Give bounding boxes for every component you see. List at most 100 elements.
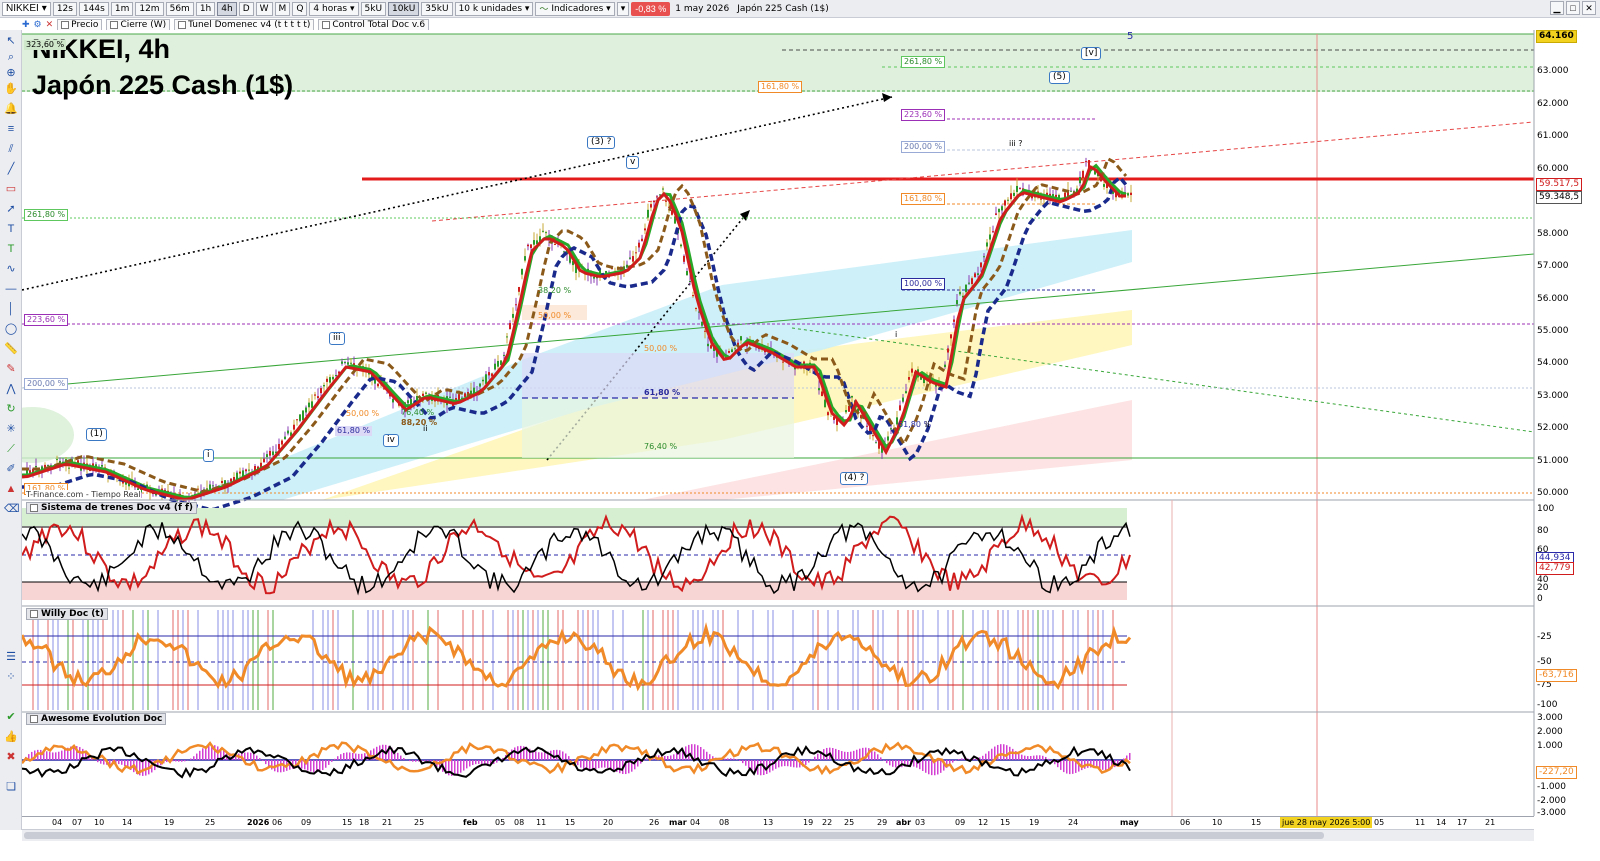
timeframe-144s[interactable]: 144s (78, 1, 109, 16)
candle-body (818, 388, 820, 391)
panel-title-willy[interactable]: Willy Doc (t) (26, 608, 108, 620)
loop-icon[interactable]: ↻ (4, 402, 18, 416)
wave-label[interactable]: (4) ? (840, 472, 869, 485)
unit-10ku[interactable]: 10kU (388, 1, 420, 16)
layers-icon[interactable]: ❏ (4, 780, 18, 794)
alert-icon[interactable]: 🔔 (4, 102, 18, 116)
willy-bg-bar (897, 610, 899, 710)
gann-icon[interactable]: ✳ (4, 422, 18, 436)
wave-label[interactable]: iv (383, 434, 399, 447)
timeframe-56m[interactable]: 56m (165, 1, 194, 16)
checkbox-icon[interactable] (178, 20, 187, 29)
panel-title-awesome[interactable]: Awesome Evolution Doc (26, 713, 167, 725)
wave-label[interactable]: (3) ? (587, 136, 616, 149)
checkbox-icon[interactable] (110, 20, 119, 29)
indicator-chip-control[interactable]: Control Total Doc v.6 (318, 18, 430, 31)
timeframe-q[interactable]: Q (292, 1, 308, 16)
indicator-chip-tunel[interactable]: Tunel Domenec v4 (t t t t t) (174, 18, 315, 31)
pen-icon[interactable]: ✐ (4, 462, 18, 476)
text-icon[interactable]: T (4, 222, 18, 236)
timeframe-12m[interactable]: 12m (135, 1, 164, 16)
period-selector[interactable]: 4 horas ▾ (309, 1, 359, 16)
timeframe-12s[interactable]: 12s (52, 1, 77, 16)
ellipse-icon[interactable]: ◯ (4, 322, 18, 336)
indicator-chip-precio[interactable]: Precio (57, 18, 103, 31)
trenes-axis: 0 (1537, 594, 1543, 604)
settings-icon[interactable]: ⚙ (34, 19, 42, 30)
text-color-icon[interactable]: T (4, 242, 18, 256)
wave-label[interactable]: i (203, 449, 214, 462)
hline-icon[interactable]: — (4, 282, 18, 296)
vline-icon[interactable]: │ (4, 302, 18, 316)
check-icon[interactable]: ✔ (4, 710, 18, 724)
timeframe-m[interactable]: M (274, 1, 291, 16)
scroll-thumb[interactable] (24, 832, 1324, 839)
timeframe-4h[interactable]: 4h (217, 1, 237, 16)
delete-icon[interactable]: ✖ (4, 750, 18, 764)
timeframe-1h[interactable]: 1h (195, 1, 216, 16)
willy-bg-bar (332, 610, 334, 710)
maximize-icon[interactable]: □ (1566, 1, 1580, 15)
chart-scrollbar[interactable] (22, 829, 1534, 841)
cursor-icon[interactable]: ↖ (4, 34, 18, 48)
fib-tool-icon[interactable]: ≡ (4, 122, 18, 136)
wave-label[interactable]: v (626, 156, 640, 169)
arrow-icon[interactable]: ➚ (4, 202, 18, 216)
zoom-icon[interactable]: ⌕ (4, 50, 18, 64)
awesome-bar (463, 760, 465, 771)
checkbox-icon[interactable] (30, 715, 38, 723)
timeframe-w[interactable]: W (255, 1, 273, 16)
chart-canvas[interactable] (22, 30, 1600, 816)
brush-icon[interactable]: ✎ (4, 362, 18, 376)
wave-icon[interactable]: ∿ (4, 262, 18, 276)
close-icon[interactable]: ✕ (46, 19, 54, 30)
awesome-bar (1027, 756, 1029, 760)
wave-label[interactable]: (1) (86, 428, 107, 441)
candle-body (662, 188, 664, 190)
candle-body (866, 425, 868, 427)
timeframe-d[interactable]: D (238, 1, 254, 16)
symbol-selector[interactable]: NIKKEI ▾ (2, 1, 51, 16)
dots-icon[interactable]: ⁘ (4, 670, 18, 684)
checkbox-icon[interactable] (61, 20, 70, 29)
candle-body (509, 323, 511, 330)
indicator-chip-cierre[interactable]: Cierre (W) (106, 18, 171, 31)
mode-toggle[interactable]: ▾ (616, 1, 630, 16)
wave-label[interactable]: iii (329, 332, 345, 345)
wave-label: ii (423, 424, 428, 433)
trend-icon[interactable]: ⟋ (4, 442, 18, 456)
candle-body (407, 400, 409, 404)
thumbs-up-icon[interactable]: 👍 (4, 730, 18, 744)
rect-icon[interactable]: ▭ (4, 182, 18, 196)
unit-5ku[interactable]: 5kU (360, 1, 387, 16)
marker-icon[interactable]: ▲ (4, 482, 18, 496)
list-icon[interactable]: ☰ (4, 650, 18, 664)
add-icon[interactable]: ✚ (22, 19, 30, 30)
timeframe-1m[interactable]: 1m (110, 1, 134, 16)
eraser-icon[interactable]: ⌫ (4, 502, 20, 516)
willy-bg-bar (337, 610, 339, 710)
unit-35ku[interactable]: 35kU (421, 1, 453, 16)
close-icon[interactable]: ✕ (1582, 1, 1596, 15)
pattern-icon[interactable]: ⋀ (4, 382, 18, 396)
willy-bg-bar (722, 610, 724, 710)
minimize-icon[interactable]: ▁ (1550, 1, 1564, 15)
wave-label[interactable]: [v] (1081, 47, 1102, 60)
checkbox-icon[interactable] (322, 20, 331, 29)
checkbox-icon[interactable] (30, 610, 38, 618)
channel-icon[interactable]: ⫽ (4, 142, 18, 156)
wave-label[interactable]: (5) (1049, 71, 1070, 84)
indicators-button[interactable]: 〜 Indicadores ▾ (535, 1, 615, 16)
awesome-axis: -2.000 (1537, 796, 1567, 806)
willy-bg-bar (182, 610, 184, 710)
awesome-bar (313, 760, 315, 773)
panel-title-trenes[interactable]: Sistema de trenes Doc v4 (f f) (26, 502, 198, 514)
line-icon[interactable]: ╱ (4, 162, 18, 176)
units-dropdown[interactable]: 10 k unidades ▾ (454, 1, 534, 16)
hand-icon[interactable]: ✋ (4, 82, 18, 96)
magnify-icon[interactable]: ⊕ (4, 66, 18, 80)
ruler-icon[interactable]: 📏 (4, 342, 18, 356)
awesome-bar (925, 760, 927, 773)
checkbox-icon[interactable] (30, 504, 38, 512)
awesome-bar (400, 755, 402, 760)
